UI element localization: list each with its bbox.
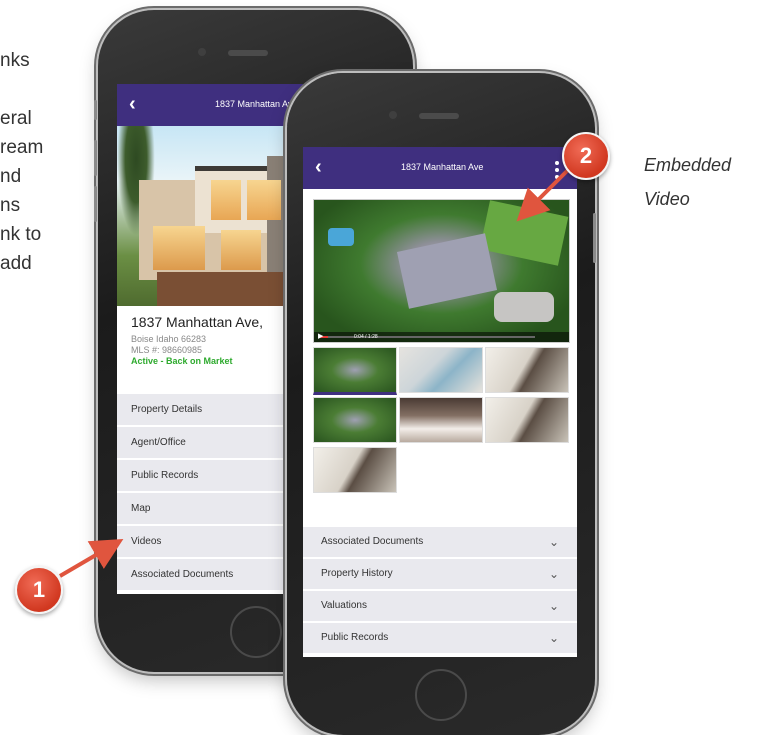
- menu-item-map[interactable]: Map: [117, 493, 303, 526]
- caption-line: Embedded: [644, 155, 732, 175]
- listing-screen: ‹ 1837 Manhattan Ave 1837 Manhattan Ave,…: [117, 84, 303, 594]
- thumbnail[interactable]: [313, 397, 397, 443]
- front-camera: [389, 111, 397, 119]
- step-badge-1: 1: [15, 566, 63, 614]
- text-line: nd: [0, 166, 22, 187]
- speaker-grille: [419, 113, 459, 119]
- thumbnail[interactable]: [399, 347, 483, 393]
- accordion-label: Public Records: [321, 632, 389, 643]
- back-chevron-icon[interactable]: ‹: [315, 156, 322, 179]
- home-button[interactable]: [230, 606, 282, 658]
- chevron-down-icon: ⌄: [548, 599, 559, 613]
- text-line: add: [0, 253, 32, 274]
- menu-item-videos[interactable]: Videos: [117, 526, 303, 559]
- detail-menu: Property Details Agent/Office Public Rec…: [117, 394, 303, 592]
- back-chevron-icon[interactable]: ‹: [129, 93, 136, 116]
- menu-item-property-details[interactable]: Property Details: [117, 394, 303, 427]
- home-button[interactable]: [415, 669, 467, 721]
- menu-item-associated-documents[interactable]: Associated Documents: [117, 559, 303, 592]
- menu-item-agent-office[interactable]: Agent/Office: [117, 427, 303, 460]
- thumbnail[interactable]: [485, 397, 569, 443]
- nav-title: 1837 Manhattan Ave: [215, 99, 298, 109]
- accordion-associated-documents[interactable]: Associated Documents ⌄: [303, 527, 577, 559]
- text-line: nks: [0, 50, 30, 71]
- caption-line: Video: [644, 189, 690, 209]
- mls-number: MLS #: 98660985: [131, 345, 203, 355]
- property-city: Boise Idaho 66283: [131, 334, 207, 344]
- accordion-public-records[interactable]: Public Records ⌄: [303, 623, 577, 655]
- nav-bar: ‹ 1837 Manhattan Ave: [303, 147, 577, 189]
- menu-item-public-records[interactable]: Public Records: [117, 460, 303, 493]
- chevron-down-icon: ⌄: [548, 567, 559, 581]
- accordion-label: Property History: [321, 568, 393, 579]
- kebab-menu-icon[interactable]: [555, 161, 559, 182]
- text-line: eral: [0, 108, 32, 129]
- property-address: 1837 Manhattan Ave,: [131, 314, 264, 330]
- media-screen: ‹ 1837 Manhattan Ave ▶ 0:04 / 1:28 Assoc…: [303, 147, 577, 657]
- video-controls[interactable]: ▶ 0:04 / 1:28: [314, 332, 569, 342]
- property-photo[interactable]: [117, 126, 303, 306]
- mute-switch: [94, 100, 97, 120]
- chevron-down-icon: ⌄: [548, 631, 559, 645]
- nav-bar: ‹ 1837 Manhattan Ave: [117, 84, 303, 126]
- listing-status: Active - Back on Market: [131, 356, 233, 366]
- accordion-label: Associated Documents: [321, 536, 424, 547]
- embedded-video-caption: Embedded Video: [644, 148, 731, 216]
- accordion-valuations[interactable]: Valuations ⌄: [303, 591, 577, 623]
- property-info: 1837 Manhattan Ave, Boise Idaho 66283 ML…: [131, 314, 296, 366]
- volume-down-button: [94, 186, 97, 222]
- thumbnail[interactable]: [313, 347, 397, 395]
- accordion-label: Valuations: [321, 600, 367, 611]
- step-badge-2: 2: [562, 132, 610, 180]
- video-time: 0:04 / 1:28: [354, 334, 378, 340]
- embedded-video-player[interactable]: ▶ 0:04 / 1:28: [313, 199, 570, 343]
- text-line: ns: [0, 195, 21, 216]
- accordion-property-history[interactable]: Property History ⌄: [303, 559, 577, 591]
- volume-up-button: [94, 140, 97, 176]
- front-camera: [198, 48, 206, 56]
- speaker-grille: [228, 50, 268, 56]
- nav-title: 1837 Manhattan Ave: [401, 162, 484, 172]
- left-description-text: nks eral ream nd ns nk to add: [0, 46, 95, 278]
- text-line: ream: [0, 137, 44, 158]
- detail-accordion: Associated Documents ⌄ Property History …: [303, 527, 577, 655]
- power-button: [593, 213, 596, 263]
- text-line: [0, 75, 95, 104]
- play-icon[interactable]: ▶: [318, 332, 323, 342]
- chevron-down-icon: ⌄: [548, 535, 559, 549]
- thumbnail[interactable]: [313, 447, 397, 493]
- thumbnail[interactable]: [485, 347, 569, 393]
- text-line: nk to: [0, 224, 42, 245]
- thumbnail[interactable]: [399, 397, 483, 443]
